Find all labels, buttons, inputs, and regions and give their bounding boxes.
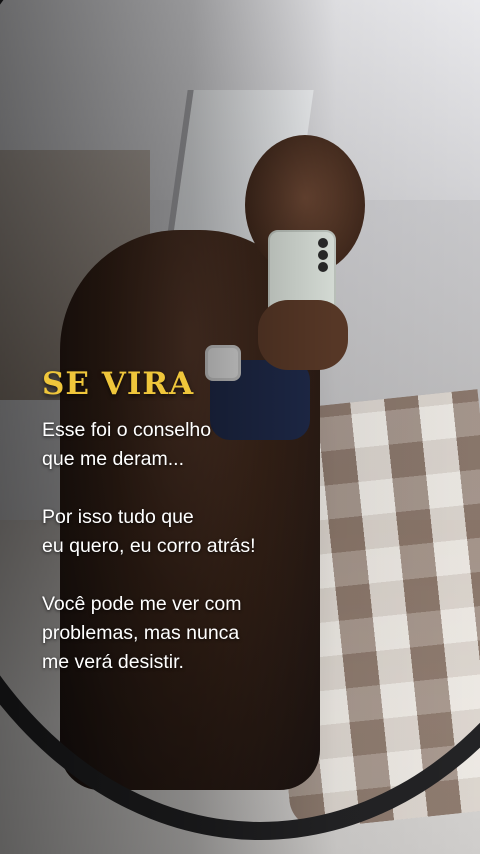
caption-line: Você pode me ver com bbox=[42, 593, 242, 615]
caption-line: Esse foi o conselho bbox=[42, 419, 212, 441]
caption-title: SE VIRA bbox=[42, 366, 195, 402]
caption-line: Por isso tudo que bbox=[42, 506, 194, 528]
caption-line: me verá desistir. bbox=[42, 651, 184, 673]
caption-line: problemas, mas nunca bbox=[42, 622, 240, 644]
caption-paragraph-1: Esse foi o conselho que me deram... bbox=[42, 416, 302, 474]
caption-paragraph-3: Você pode me ver com problemas, mas nunc… bbox=[42, 590, 302, 677]
caption-line: que me deram... bbox=[42, 448, 184, 470]
caption-overlay: SE VIRA Esse foi o conselho que me deram… bbox=[42, 366, 302, 706]
caption-line: eu quero, eu corro atrás! bbox=[42, 535, 256, 557]
caption-paragraph-2: Por isso tudo que eu quero, eu corro atr… bbox=[42, 503, 302, 561]
